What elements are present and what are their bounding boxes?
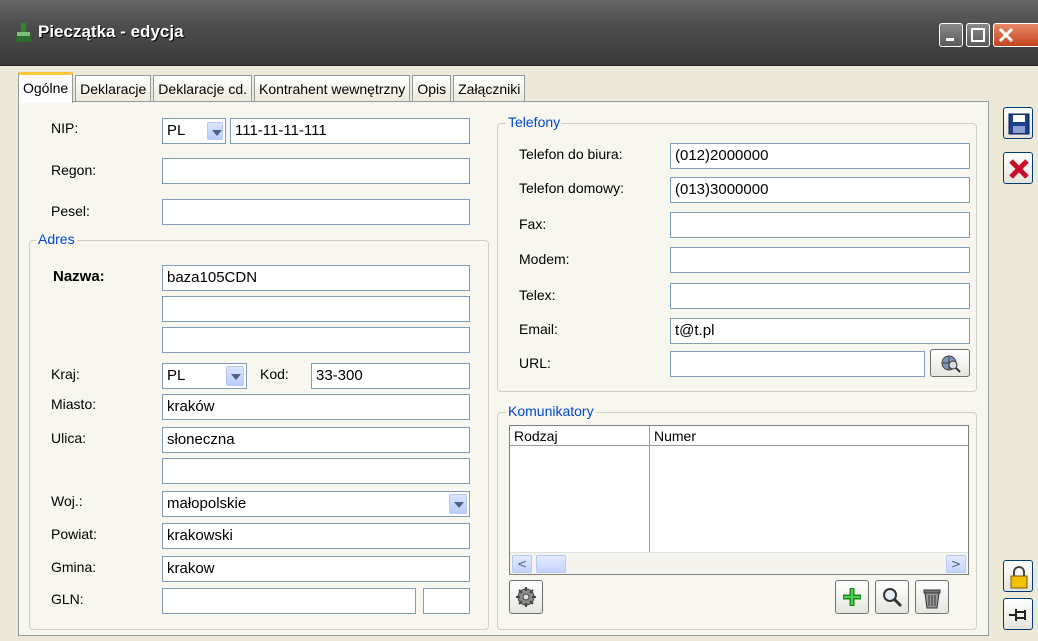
nip-country-select[interactable]: PL xyxy=(162,118,226,144)
kraj-value: PL xyxy=(167,367,186,384)
edit-window: Pieczątka - edycja Ogólne Deklaracje Dek… xyxy=(0,0,1038,641)
url-input[interactable] xyxy=(670,351,925,377)
nip-input[interactable]: 111-11-11-111 xyxy=(230,118,470,144)
email-input[interactable]: t@t.pl xyxy=(670,318,970,344)
nip-country-dropdown-icon[interactable] xyxy=(207,122,223,140)
nip-label: NIP: xyxy=(51,120,79,136)
miasto-label: Miasto: xyxy=(51,396,97,412)
pin-icon xyxy=(1009,609,1026,621)
telex-input[interactable] xyxy=(670,283,970,309)
tab-strip: Ogólne Deklaracje Deklaracje cd. Kontrah… xyxy=(18,72,527,103)
tab-zalaczniki[interactable]: Załączniki xyxy=(453,75,526,103)
komunikatory-table[interactable]: Rodzaj Numer < > xyxy=(509,425,969,575)
woj-label: Woj.: xyxy=(51,493,83,509)
kraj-label: Kraj: xyxy=(51,366,80,382)
add-button[interactable] xyxy=(835,580,869,614)
regon-label: Regon: xyxy=(51,162,97,178)
telefon-domowy-input[interactable]: (013)3000000 xyxy=(670,177,970,203)
woj-dropdown-icon[interactable] xyxy=(449,494,467,514)
save-icon xyxy=(1008,113,1030,135)
komunikatory-table-header: Rodzaj Numer xyxy=(510,426,968,446)
powiat-label: Powiat: xyxy=(51,526,97,542)
lock-button[interactable] xyxy=(1003,560,1033,592)
adres-group-title: Adres xyxy=(36,231,77,247)
kraj-select[interactable]: PL xyxy=(162,363,247,389)
close-button[interactable] xyxy=(993,23,1038,47)
powiat-input[interactable]: krakowski xyxy=(162,523,470,549)
minimize-icon xyxy=(946,38,954,41)
column-divider xyxy=(649,446,650,554)
nip-country-value: PL xyxy=(167,122,186,139)
email-label: Email: xyxy=(519,321,558,337)
modem-input[interactable] xyxy=(670,247,970,273)
column-header-numer[interactable]: Numer xyxy=(650,426,968,446)
gln-input[interactable] xyxy=(162,588,416,614)
woj-value: małopolskie xyxy=(167,495,247,512)
nazwa-input-2[interactable] xyxy=(162,296,470,322)
scroll-left-button[interactable]: < xyxy=(512,555,532,573)
pesel-label: Pesel: xyxy=(51,203,90,219)
pin-button[interactable] xyxy=(1003,598,1033,630)
kod-input[interactable]: 33-300 xyxy=(311,363,470,389)
nazwa-input-1[interactable]: baza105CDN xyxy=(162,265,470,291)
regon-input[interactable] xyxy=(162,158,470,184)
minimize-button[interactable] xyxy=(939,23,963,47)
url-label: URL: xyxy=(519,355,551,371)
nazwa-label: Nazwa: xyxy=(53,268,105,285)
window-title: Pieczątka - edycja xyxy=(38,22,184,41)
kraj-dropdown-icon[interactable] xyxy=(226,366,244,386)
telefon-domowy-label: Telefon domowy: xyxy=(519,180,625,196)
telefony-group-title: Telefony xyxy=(506,114,563,130)
magnifier-icon xyxy=(883,588,903,608)
cancel-button[interactable] xyxy=(1003,152,1033,184)
gln-label: GLN: xyxy=(51,591,84,607)
maximize-icon xyxy=(971,28,985,42)
column-header-rodzaj[interactable]: Rodzaj xyxy=(510,426,650,446)
save-button[interactable] xyxy=(1003,107,1033,139)
ulica-input[interactable]: słoneczna xyxy=(162,427,470,453)
padlock-icon xyxy=(1010,566,1028,589)
settings-button[interactable] xyxy=(509,580,543,614)
telefon-biuro-input[interactable]: (012)2000000 xyxy=(670,143,970,169)
app-stamp-icon xyxy=(16,23,31,42)
gmina-input[interactable]: krakow xyxy=(162,556,470,582)
fax-label: Fax: xyxy=(519,216,547,232)
url-open-button[interactable] xyxy=(930,349,970,377)
pesel-input[interactable] xyxy=(162,199,470,225)
add-icon xyxy=(843,588,861,606)
komunikatory-group-title: Komunikatory xyxy=(506,403,596,419)
title-bar[interactable]: Pieczątka - edycja xyxy=(0,0,1038,66)
miasto-input[interactable]: kraków xyxy=(162,394,470,420)
close-icon xyxy=(998,27,1014,43)
woj-select[interactable]: małopolskie xyxy=(162,491,470,517)
kod-label: Kod: xyxy=(260,366,289,382)
modem-label: Modem: xyxy=(519,251,570,267)
telex-label: Telex: xyxy=(519,287,556,303)
nazwa-input-3[interactable] xyxy=(162,327,470,353)
gln-check-input[interactable] xyxy=(423,588,470,614)
search-button[interactable] xyxy=(875,580,909,614)
tab-deklaracje-cd[interactable]: Deklaracje cd. xyxy=(153,75,252,103)
delete-button[interactable] xyxy=(915,580,949,614)
ulica-label: Ulica: xyxy=(51,430,87,446)
tab-ogolne[interactable]: Ogólne xyxy=(18,72,74,103)
globe-search-icon xyxy=(941,355,961,373)
gmina-label: Gmina: xyxy=(51,559,97,575)
gear-icon xyxy=(516,587,536,607)
trash-icon xyxy=(923,589,941,609)
tab-opis[interactable]: Opis xyxy=(412,75,452,103)
horizontal-scrollbar[interactable]: < > xyxy=(510,552,968,574)
cancel-icon xyxy=(1009,159,1029,179)
fax-input[interactable] xyxy=(670,212,970,238)
scroll-right-button[interactable]: > xyxy=(946,555,966,573)
maximize-button[interactable] xyxy=(966,23,990,47)
ulica-input-2[interactable] xyxy=(162,458,470,484)
scroll-thumb[interactable] xyxy=(536,555,566,573)
tab-deklaracje[interactable]: Deklaracje xyxy=(75,75,152,103)
telefon-biuro-label: Telefon do biura: xyxy=(519,146,623,162)
tab-kontrahent-wewnetrzny[interactable]: Kontrahent wewnętrzny xyxy=(254,75,411,103)
